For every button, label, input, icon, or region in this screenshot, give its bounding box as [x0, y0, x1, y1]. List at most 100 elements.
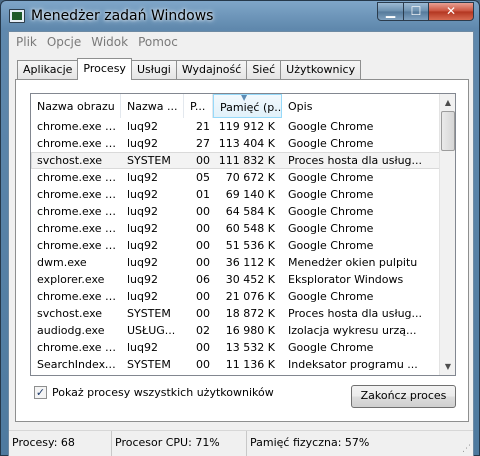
process-name: chrome.exe *32: [37, 137, 121, 150]
table-row[interactable]: chrome.exe *32 luq92 00 13 532 K Google Chro…: [31, 339, 440, 356]
process-description: Google Chrome: [288, 205, 374, 218]
process-cpu: 00: [196, 154, 210, 167]
process-cpu: 00: [196, 341, 210, 354]
process-description: Proces hosta dla usług...: [288, 154, 423, 167]
process-description: Google Chrome: [288, 222, 374, 235]
window-title: Menedżer zadań Windows: [31, 8, 214, 24]
process-description: Izolacja wykresu urzą...: [288, 324, 417, 337]
vertical-scrollbar[interactable]: ▲ ▼: [439, 94, 455, 375]
table-row[interactable]: chrome.exe *32 luq92 00 21 076 K Google Chro…: [31, 288, 440, 305]
maximize-button[interactable]: ☐: [403, 2, 429, 21]
menu-help[interactable]: Pomoc: [133, 32, 183, 52]
resize-grip-icon[interactable]: ⋰: [462, 444, 471, 454]
scroll-down-icon[interactable]: ▼: [440, 358, 455, 375]
menu-options[interactable]: Opcje: [42, 32, 86, 52]
process-memory: 60 548 K: [225, 222, 275, 235]
column-cpu[interactable]: P...: [184, 94, 213, 118]
tab-performance[interactable]: Wydajność: [175, 60, 248, 80]
process-user: luq92: [127, 171, 159, 184]
process-description: Google Chrome: [288, 341, 374, 354]
tab-services[interactable]: Usługi: [130, 60, 177, 80]
tab-applications[interactable]: Aplikacje: [17, 60, 79, 80]
menu-view[interactable]: Widok: [86, 32, 133, 52]
column-image-name[interactable]: Nazwa obrazu: [31, 94, 121, 118]
process-memory: 64 584 K: [225, 205, 275, 218]
process-name: chrome.exe *32: [37, 290, 121, 303]
process-user: luq92: [127, 188, 159, 201]
process-memory: 69 140 K: [225, 188, 275, 201]
process-description: Proces hosta dla usług...: [288, 307, 423, 320]
process-memory: 113 404 K: [218, 137, 275, 150]
minimize-button[interactable]: ▁: [377, 2, 404, 21]
table-row[interactable]: chrome.exe *32 luq92 00 64 584 K Google Chro…: [31, 203, 440, 220]
table-row[interactable]: SearchIndexe... SYSTEM 00 11 136 K Indeksato…: [31, 356, 440, 373]
table-row[interactable]: dwm.exe luq92 00 36 112 K Menedżer okien pul…: [31, 254, 440, 271]
process-cpu: 21: [196, 120, 210, 133]
process-cpu: 02: [196, 324, 210, 337]
status-processes: Procesy: 68: [9, 431, 112, 456]
process-name: chrome.exe *32: [37, 171, 121, 184]
table-row[interactable]: explorer.exe luq92 06 30 452 K Eksplorator W…: [31, 271, 440, 288]
show-all-users-checkbox[interactable]: ✓: [34, 386, 47, 399]
process-name: chrome.exe *32: [37, 341, 121, 354]
maximize-icon: ☐: [410, 4, 422, 18]
column-memory[interactable]: ▼ Pamięć (p...: [213, 94, 282, 118]
process-cpu: 00: [196, 307, 210, 320]
sort-down-icon: ▼: [241, 94, 248, 102]
process-cpu: 06: [196, 273, 210, 286]
title-bar[interactable]: Menedżer zadań Windows ▁ ☐ ✕: [1, 1, 479, 31]
process-memory: 119 912 K: [218, 120, 275, 133]
tab-strip: Aplikacje Procesy Usługi Wydajność Sieć …: [17, 58, 362, 80]
process-description: Eksplorator Windows: [288, 273, 404, 286]
process-user: luq92: [127, 120, 159, 133]
task-manager-icon[interactable]: [9, 9, 25, 23]
tab-users[interactable]: Użytkownicy: [280, 60, 362, 80]
process-list[interactable]: Nazwa obrazu Nazwa ... P... ▼ Pamięć (p.…: [30, 93, 456, 376]
table-row[interactable]: chrome.exe *32 luq92 00 51 536 K Google Chro…: [31, 237, 440, 254]
process-memory: 36 112 K: [225, 256, 275, 269]
status-bar: Procesy: 68 Procesor CPU: 71% Pamięć fiz…: [9, 430, 473, 456]
process-user: luq92: [127, 273, 159, 286]
scroll-up-icon[interactable]: ▲: [440, 94, 455, 111]
status-cpu: Procesor CPU: 71%: [112, 431, 247, 456]
process-user: luq92: [127, 256, 159, 269]
column-description[interactable]: Opis: [282, 94, 440, 118]
table-row[interactable]: chrome.exe *32 luq92 27 113 404 K Google Chr…: [31, 135, 440, 152]
close-button[interactable]: ✕: [428, 2, 474, 21]
show-all-users-option[interactable]: ✓ Pokaż procesy wszystkich użytkowników: [34, 386, 274, 399]
table-row[interactable]: chrome.exe *32 luq92 21 119 912 K Google Chr…: [31, 118, 440, 135]
process-memory: 111 832 K: [218, 154, 275, 167]
process-cpu: 00: [196, 205, 210, 218]
process-cpu: 27: [196, 137, 210, 150]
process-user: luq92: [127, 205, 159, 218]
process-memory: 51 536 K: [225, 239, 275, 252]
table-row[interactable]: chrome.exe *32 luq92 00 60 548 K Google Chro…: [31, 220, 440, 237]
scroll-thumb[interactable]: [441, 111, 455, 151]
column-memory-label: Pamięć (p...: [220, 101, 282, 114]
process-name: audiodg.exe: [37, 324, 105, 337]
process-memory: 11 136 K: [225, 358, 275, 371]
process-cpu: 00: [196, 290, 210, 303]
process-description: Google Chrome: [288, 171, 374, 184]
process-name: explorer.exe: [37, 273, 105, 286]
table-row[interactable]: chrome.exe *32 luq92 05 70 672 K Google Chro…: [31, 169, 440, 186]
process-memory: 30 452 K: [225, 273, 275, 286]
table-row[interactable]: svchost.exe SYSTEM 00 111 832 K Proces hosta…: [31, 152, 440, 169]
process-name: chrome.exe *32: [37, 222, 121, 235]
table-row[interactable]: chrome.exe *32 luq92 01 69 140 K Google Chro…: [31, 186, 440, 203]
process-memory: 70 672 K: [225, 171, 275, 184]
tab-processes[interactable]: Procesy: [77, 58, 132, 80]
process-user: luq92: [127, 341, 159, 354]
table-row[interactable]: audiodg.exe USŁUG... 02 16 980 K Izolacja wy…: [31, 322, 440, 339]
tab-networking[interactable]: Sieć: [246, 60, 282, 80]
end-process-button[interactable]: Zakończ proces: [351, 385, 456, 408]
column-user-name[interactable]: Nazwa ...: [121, 94, 184, 118]
menu-file[interactable]: Plik: [9, 32, 42, 52]
process-rows: chrome.exe *32 luq92 21 119 912 K Google Chr…: [31, 118, 440, 373]
process-name: SearchIndexe...: [37, 358, 121, 371]
process-user: luq92: [127, 290, 159, 303]
process-description: Google Chrome: [288, 239, 374, 252]
table-row[interactable]: svchost.exe SYSTEM 00 18 872 K Proces hosta …: [31, 305, 440, 322]
process-description: Google Chrome: [288, 290, 374, 303]
process-user: SYSTEM: [127, 154, 171, 167]
